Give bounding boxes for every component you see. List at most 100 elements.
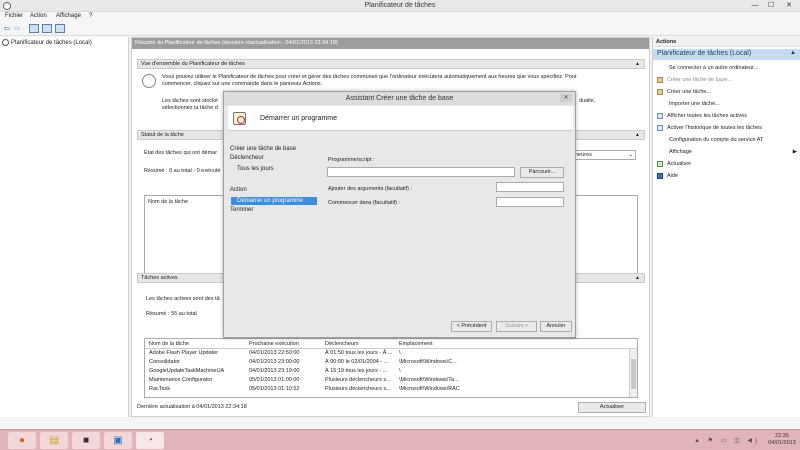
- step-create-basic: Créer une tâche de base: [230, 146, 297, 152]
- cell-task-name: Consolidator: [149, 359, 180, 365]
- collapse-up-icon[interactable]: ▲: [635, 132, 640, 138]
- task-scheduler-icon[interactable]: ◔: [136, 432, 164, 449]
- action-view[interactable]: Affichage ▶: [669, 148, 797, 156]
- list-icon: [657, 112, 663, 119]
- cell-task-name: RacTask: [149, 386, 171, 392]
- start-in-label: Commencer dans (facultatif) :: [328, 200, 401, 206]
- properties-icon[interactable]: [42, 24, 52, 33]
- menu-action[interactable]: Action: [30, 13, 47, 19]
- step-daily: Tous les jours: [237, 166, 274, 172]
- program-input[interactable]: [327, 167, 515, 177]
- action-create-task[interactable]: Créer une tâche...: [657, 88, 711, 96]
- active-summary: Résumé : 55 au total: [146, 311, 197, 317]
- period-select-value: heures: [575, 152, 592, 158]
- menu-affichage[interactable]: Affichage: [56, 13, 81, 19]
- table-row[interactable]: Consolidator 04/01/2013 23:00:00 À 00:00…: [145, 359, 637, 368]
- status-state-label: État des tâches qui ont démar: [144, 150, 218, 156]
- tray-icons[interactable]: ▲ ⚑ ▭ ◫ ◀): [694, 437, 760, 444]
- action-refresh[interactable]: Actualiser: [657, 160, 691, 168]
- task-basic-icon: [657, 76, 663, 83]
- last-update-text: Dernière actualisation à 04/01/2013 22:3…: [137, 404, 247, 410]
- dialog-banner: Démarrer un programme: [228, 106, 573, 131]
- submenu-arrow-icon: ▶: [792, 149, 797, 155]
- cell-next-run: 04/01/2013 23:19:00: [249, 368, 300, 374]
- period-select[interactable]: heures ⌄: [572, 150, 636, 160]
- file-explorer-icon[interactable]: ▤: [40, 432, 68, 449]
- menu-fichier[interactable]: Fichier: [5, 13, 23, 19]
- collapse-up-icon[interactable]: ▲: [790, 50, 796, 56]
- overview-line-3-end: dualle,: [579, 98, 596, 104]
- active-title: Tâches actives: [141, 275, 178, 281]
- args-input[interactable]: [496, 182, 564, 192]
- col-next-run[interactable]: Prochaine exécution: [249, 341, 299, 347]
- refresh-button[interactable]: Actualiser: [578, 402, 646, 413]
- firefox-icon[interactable]: ●: [8, 432, 36, 449]
- args-label: Ajouter des arguments (facultatif) :: [328, 186, 413, 192]
- overview-line-3: Les tâches sont stocké: [162, 98, 218, 104]
- show-hide-tree-icon[interactable]: [29, 24, 39, 33]
- console-tree: Planificateur de tâches (Local): [0, 37, 129, 417]
- action-create-basic-task[interactable]: Créer une tâche de base...: [657, 76, 732, 84]
- cell-location: \Microsoft\Windows\RAC: [399, 386, 460, 392]
- cancel-button[interactable]: Annuler: [540, 321, 572, 332]
- col-triggers[interactable]: Déclencheurs: [325, 341, 359, 347]
- minimize-button[interactable]: —: [748, 1, 762, 10]
- dialog-close-button[interactable]: ✕: [560, 94, 572, 102]
- next-button[interactable]: Suivant >: [496, 321, 537, 332]
- console-icon[interactable]: ■: [72, 432, 100, 449]
- browse-button[interactable]: Parcourir...: [520, 167, 564, 178]
- cell-triggers: À 01:50 tous les jours - À ...: [325, 350, 393, 356]
- action-show-active[interactable]: Afficher toutes les tâches actives: [657, 112, 747, 120]
- close-window-button[interactable]: ✕: [780, 1, 798, 10]
- actions-subheader[interactable]: Planificateur de tâches (Local) ▲: [653, 49, 800, 60]
- col-task-name[interactable]: Nom de la tâche: [149, 341, 189, 347]
- table-row[interactable]: Adobe Flash Player Updater 04/01/2013 22…: [145, 350, 637, 359]
- cell-task-name: Adobe Flash Player Updater: [149, 350, 219, 356]
- computer-management-icon[interactable]: ▣: [104, 432, 132, 449]
- action-import-task[interactable]: Importer une tâche...: [669, 100, 720, 108]
- step-trigger: Déclencheur: [230, 155, 264, 161]
- show-hide-action-pane-icon[interactable]: [55, 24, 65, 33]
- taskbar: ● ▤ ■ ▣ ◔ ▲ ⚑ ▭ ◫ ◀) 22:35 04/01/2013: [0, 429, 800, 450]
- col-location[interactable]: Emplacement: [399, 341, 433, 347]
- start-in-input[interactable]: [496, 197, 564, 207]
- cell-location: \: [399, 368, 401, 374]
- tree-item-scheduler-local[interactable]: Planificateur de tâches (Local): [2, 39, 92, 46]
- action-label: Affichage: [669, 149, 692, 155]
- table-row[interactable]: GoogleUpdateTaskMachineUA 04/01/2013 23:…: [145, 368, 637, 377]
- action-label: Créer une tâche de base...: [667, 77, 733, 83]
- cell-task-name: GoogleUpdateTaskMachineUA: [149, 368, 225, 374]
- cell-triggers: Plusieurs déclencheurs s...: [325, 386, 391, 392]
- cell-location: \: [399, 350, 401, 356]
- back-arrow-icon[interactable]: ⇦: [2, 24, 12, 33]
- scrollbar-thumb[interactable]: [631, 359, 636, 389]
- action-connect[interactable]: Se connecter à un autre ordinateur...: [669, 64, 758, 72]
- status-col-name[interactable]: Nom de la tâche: [148, 199, 188, 206]
- previous-button[interactable]: < Précédent: [451, 321, 492, 332]
- table-row[interactable]: Maintenance Configurator 05/01/2013 01:0…: [145, 377, 637, 386]
- table-scrollbar[interactable]: [629, 349, 637, 397]
- collapse-up-icon[interactable]: ▲: [635, 61, 640, 67]
- menu-help[interactable]: ?: [89, 13, 92, 19]
- forward-arrow-icon[interactable]: ⇨: [12, 24, 22, 33]
- action-help[interactable]: Aide: [657, 172, 678, 180]
- step-action: Action: [230, 187, 247, 193]
- action-at-service[interactable]: Configuration du compte du service AT: [669, 136, 763, 144]
- action-enable-history[interactable]: Activer l'historique de toutes les tâche…: [657, 124, 762, 132]
- info-clock-icon: [142, 74, 156, 88]
- history-icon: [657, 124, 663, 131]
- clock[interactable]: 22:35 04/01/2013: [764, 433, 800, 447]
- collapse-up-icon[interactable]: ▲: [635, 275, 640, 281]
- create-basic-task-dialog: Assistant Créer une tâche de base ✕ Déma…: [223, 91, 576, 338]
- maximize-button[interactable]: ☐: [764, 1, 778, 10]
- step-start-program: Démarrer un programme: [231, 197, 317, 205]
- table-row[interactable]: RacTask 05/01/2013 01:10:52 Plusieurs dé…: [145, 386, 637, 395]
- cell-next-run: 04/01/2013 22:50:00: [249, 350, 300, 356]
- program-label: Programme/script :: [328, 157, 375, 163]
- cell-next-run: 05/01/2013 01:00:00: [249, 377, 300, 383]
- toolbar: ⇦ ⇨: [0, 22, 800, 36]
- task-wizard-icon: [233, 112, 246, 125]
- status-summary: Résumé : 0 au total - 0 exécuté: [144, 168, 221, 174]
- cell-next-run: 05/01/2013 01:10:52: [249, 386, 300, 392]
- overview-section-header[interactable]: Vue d'ensemble du Planificateur de tâche…: [137, 59, 645, 69]
